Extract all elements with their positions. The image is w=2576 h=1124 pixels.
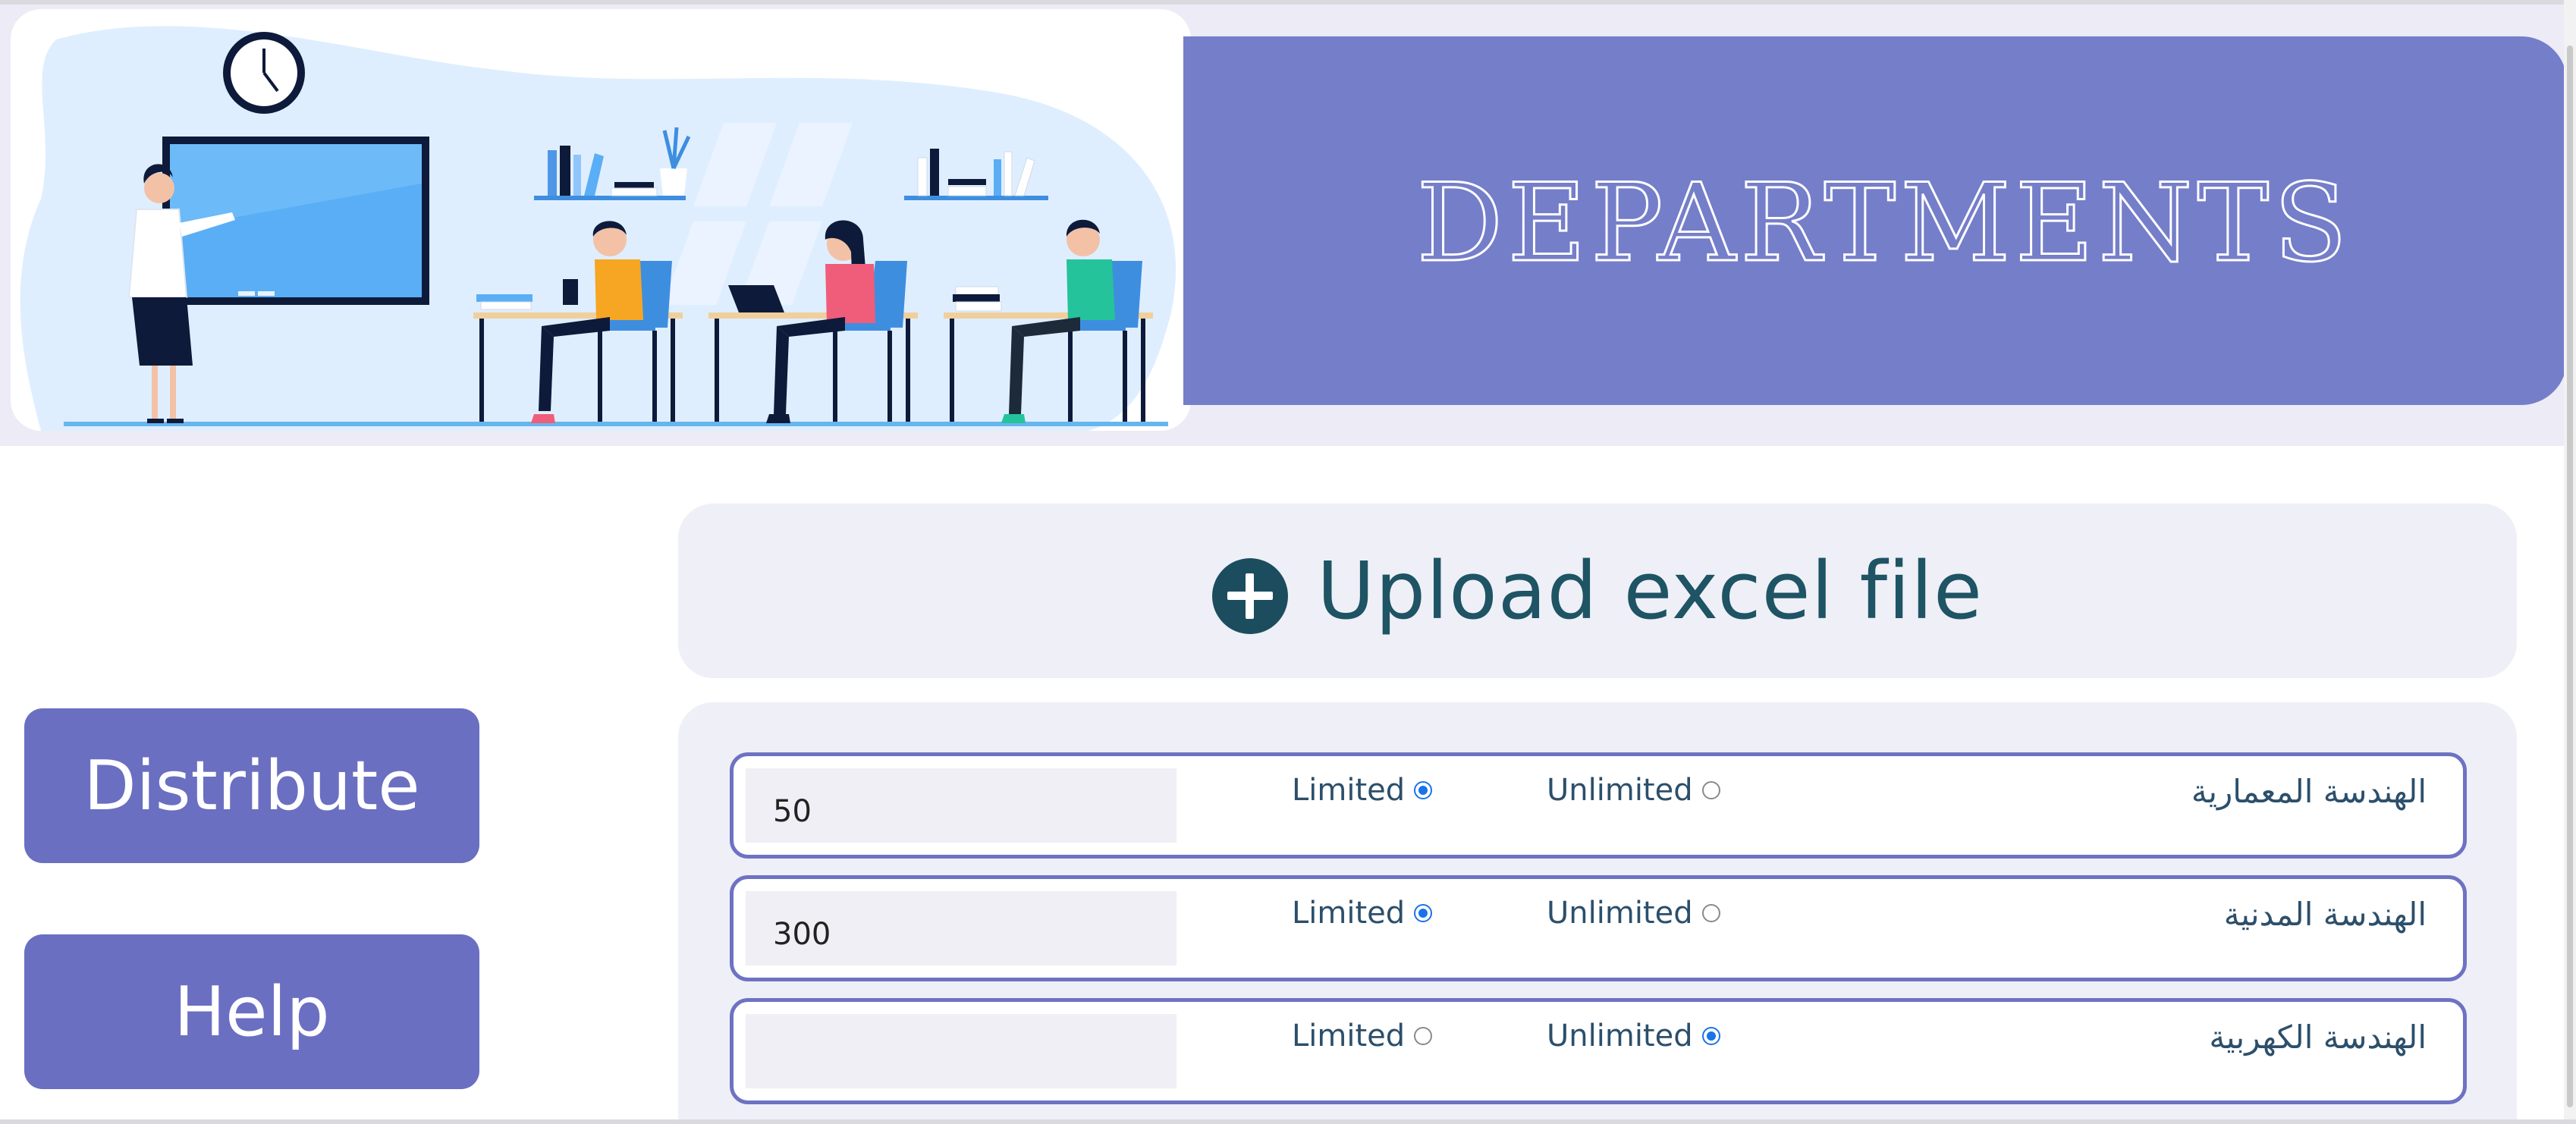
unlimited-radio[interactable]	[1701, 904, 1720, 922]
department-row: Limited Unlimited الهندسة الكهربية	[730, 998, 2467, 1104]
classroom-illustration	[11, 9, 1191, 431]
plus-circle-icon	[1212, 558, 1289, 634]
unlimited-radio[interactable]	[1701, 1027, 1720, 1045]
capacity-input[interactable]	[746, 768, 1176, 843]
department-row: Limited Unlimited الهندسة المدنية	[730, 875, 2467, 981]
unlimited-radio[interactable]	[1701, 781, 1720, 799]
departments-banner: DEPARTMENTS	[1183, 36, 2567, 405]
top-border	[0, 0, 2576, 5]
bottom-border	[0, 1119, 2576, 1124]
limited-label: Limited	[1292, 773, 1406, 808]
department-name: الهندسة المدنية	[2223, 896, 2427, 933]
distribute-button[interactable]: Distribute	[24, 708, 479, 863]
unlimited-option[interactable]: Unlimited	[1547, 1019, 1720, 1053]
limited-label: Limited	[1292, 1019, 1406, 1053]
unlimited-label: Unlimited	[1547, 773, 1693, 808]
capacity-input[interactable]	[746, 1014, 1176, 1088]
limited-option[interactable]: Limited	[1292, 1019, 1433, 1053]
unlimited-label: Unlimited	[1547, 896, 1693, 931]
limited-option[interactable]: Limited	[1292, 896, 1433, 931]
limited-option[interactable]: Limited	[1292, 773, 1433, 808]
limited-radio[interactable]	[1414, 1027, 1433, 1045]
departments-panel: Limited Unlimited الهندسة المعمارية Limi…	[678, 702, 2517, 1124]
upload-label: Upload excel file	[1317, 545, 1983, 637]
page-title: DEPARTMENTS	[1415, 159, 2352, 287]
clock-icon	[223, 32, 305, 114]
department-name: الهندسة الكهربية	[2209, 1019, 2427, 1056]
limited-radio[interactable]	[1414, 904, 1433, 922]
scrollbar-thumb[interactable]	[2567, 46, 2573, 1107]
unlimited-label: Unlimited	[1547, 1019, 1693, 1053]
unlimited-option[interactable]: Unlimited	[1547, 896, 1720, 931]
upload-excel-button[interactable]: Upload excel file	[678, 504, 2517, 678]
department-row: Limited Unlimited الهندسة المعمارية	[730, 752, 2467, 859]
capacity-input[interactable]	[746, 891, 1176, 965]
department-name: الهندسة المعمارية	[2191, 773, 2427, 810]
limited-radio[interactable]	[1414, 781, 1433, 799]
limited-label: Limited	[1292, 896, 1406, 931]
unlimited-option[interactable]: Unlimited	[1547, 773, 1720, 808]
help-button[interactable]: Help	[24, 934, 479, 1089]
